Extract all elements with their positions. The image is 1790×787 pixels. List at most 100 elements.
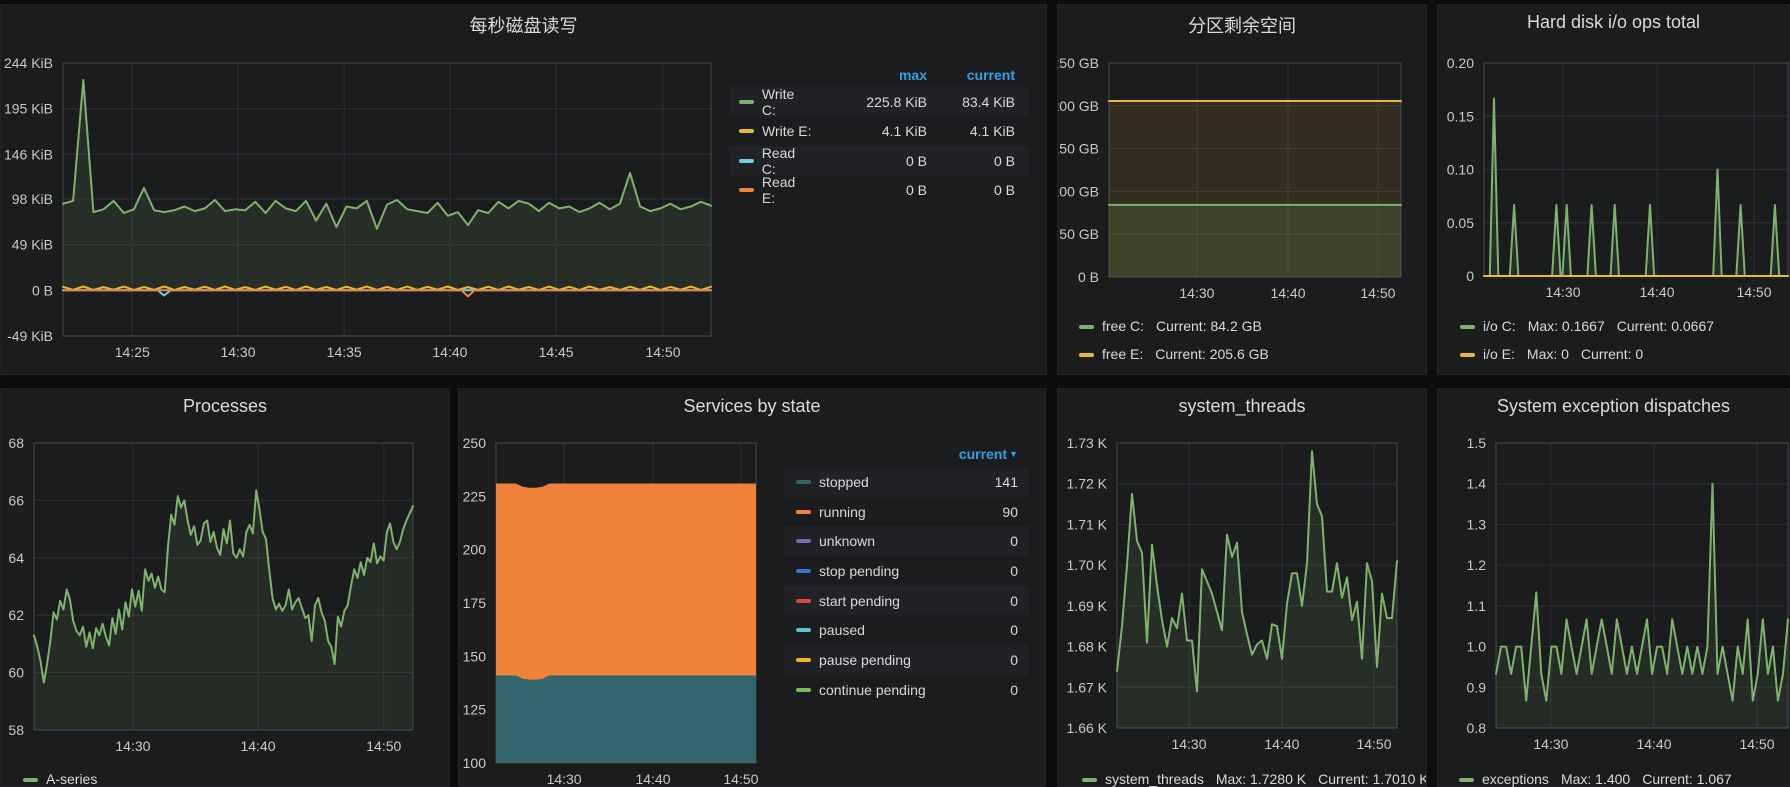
svg-text:1.72 K: 1.72 K bbox=[1067, 476, 1108, 492]
series-label: free E: bbox=[1102, 346, 1143, 362]
legend-row-stop-pending[interactable]: stop pending 0 bbox=[784, 556, 1029, 586]
svg-text:14:30: 14:30 bbox=[115, 738, 150, 754]
series-max-value: 225.8 KiB bbox=[812, 94, 927, 110]
series-swatch-icon bbox=[23, 778, 38, 782]
svg-text:14:40: 14:40 bbox=[240, 738, 275, 754]
svg-text:250: 250 bbox=[463, 435, 487, 451]
series-current-value: 0 B bbox=[927, 182, 1015, 198]
legend-row-start-pending[interactable]: start pending 0 bbox=[784, 586, 1029, 616]
exceptions-chart[interactable]: 1.51.41.31.21.11.00.90.814:3014:4014:50 bbox=[1438, 389, 1790, 787]
legend-row-pause-pending[interactable]: pause pending 0 bbox=[784, 645, 1029, 675]
svg-text:1.5: 1.5 bbox=[1467, 435, 1487, 451]
series-label: i/o C: bbox=[1483, 318, 1516, 334]
series-label: i/o E: bbox=[1483, 346, 1515, 362]
legend-free-e[interactable]: free E: Current: 205.6 GB bbox=[1079, 346, 1422, 362]
series-current-value: 0 bbox=[1010, 682, 1018, 698]
legend-row-write-c[interactable]: Write C: 225.8 KiB 83.4 KiB bbox=[729, 87, 1029, 117]
svg-text:100 GB: 100 GB bbox=[1058, 183, 1099, 199]
series-swatch-icon bbox=[796, 658, 811, 662]
series-current-value: 83.4 KiB bbox=[927, 94, 1015, 110]
svg-text:14:50: 14:50 bbox=[1736, 284, 1771, 300]
series-label: system_threads bbox=[1105, 771, 1204, 787]
svg-text:14:40: 14:40 bbox=[432, 344, 467, 360]
disk-rw-legend-table: max current Write C: 225.8 KiB 83.4 KiB … bbox=[729, 63, 1029, 205]
svg-text:175: 175 bbox=[463, 595, 487, 611]
panel-services: Services by state 2502252001751501251001… bbox=[458, 388, 1046, 787]
series-max-stat: Max: 0.1667 bbox=[1528, 318, 1605, 334]
series-swatch-icon bbox=[739, 188, 754, 192]
series-swatch-icon bbox=[796, 510, 811, 514]
legend-header-current[interactable]: current bbox=[927, 67, 1015, 83]
svg-text:14:40: 14:40 bbox=[1264, 736, 1299, 752]
legend-row-running[interactable]: running 90 bbox=[784, 497, 1029, 527]
series-max-stat: Max: 1.400 bbox=[1561, 771, 1630, 787]
svg-text:0.8: 0.8 bbox=[1467, 720, 1487, 736]
series-current-value: 90 bbox=[1002, 504, 1018, 520]
legend-io-c[interactable]: i/o C: Max: 0.1667 Current: 0.0667 bbox=[1460, 318, 1787, 334]
series-swatch-icon bbox=[1079, 353, 1094, 357]
svg-text:1.2: 1.2 bbox=[1467, 557, 1487, 573]
svg-text:1.70 K: 1.70 K bbox=[1067, 557, 1108, 573]
svg-text:1.0: 1.0 bbox=[1467, 639, 1487, 655]
legend-row-paused[interactable]: paused 0 bbox=[784, 615, 1029, 645]
svg-text:100: 100 bbox=[463, 755, 487, 771]
series-label: Write C: bbox=[762, 86, 812, 118]
series-swatch-icon bbox=[796, 539, 811, 543]
svg-text:-49 KiB: -49 KiB bbox=[7, 328, 53, 344]
svg-text:1.69 K: 1.69 K bbox=[1067, 598, 1108, 614]
legend-header-max[interactable]: max bbox=[812, 67, 927, 83]
svg-text:244 KiB: 244 KiB bbox=[4, 55, 53, 71]
system-threads-chart[interactable]: 1.73 K1.72 K1.71 K1.70 K1.69 K1.68 K1.67… bbox=[1058, 389, 1428, 787]
legend-row-write-e[interactable]: Write E: 4.1 KiB 4.1 KiB bbox=[729, 117, 1029, 147]
svg-text:1.67 K: 1.67 K bbox=[1067, 679, 1108, 695]
svg-text:14:50: 14:50 bbox=[1360, 285, 1395, 301]
series-current-value: 0 B bbox=[927, 153, 1015, 169]
svg-text:200: 200 bbox=[463, 542, 487, 558]
series-swatch-icon bbox=[1460, 353, 1475, 357]
legend-io-e[interactable]: i/o E:Max: 0Current: 0 bbox=[1460, 346, 1787, 362]
panel-hdd-io: Hard disk i/o ops total 0.200.150.100.05… bbox=[1437, 4, 1790, 375]
svg-text:14:30: 14:30 bbox=[1533, 736, 1568, 752]
legend-row-read-c[interactable]: Read C: 0 B 0 B bbox=[729, 146, 1029, 176]
series-max-value: 0 B bbox=[812, 182, 927, 198]
svg-text:49 KiB: 49 KiB bbox=[12, 237, 53, 253]
panel-disk-rw: 每秒磁盘读写 244 KiB195 KiB146 KiB98 KiB49 KiB… bbox=[0, 4, 1047, 375]
series-label: unknown bbox=[819, 533, 875, 549]
legend-free-c[interactable]: free C:Current: 84.2 GB bbox=[1079, 318, 1422, 334]
series-label: pause pending bbox=[819, 652, 911, 668]
svg-text:1.3: 1.3 bbox=[1467, 516, 1487, 532]
legend-exceptions[interactable]: exceptionsMax: 1.400Current: 1.067 bbox=[1459, 771, 1789, 787]
series-swatch-icon bbox=[796, 688, 811, 692]
panel-system-threads: system_threads 1.73 K1.72 K1.71 K1.70 K1… bbox=[1057, 388, 1427, 787]
series-current-stat: Current: 205.6 GB bbox=[1155, 346, 1269, 362]
series-label: Read E: bbox=[762, 174, 812, 206]
series-swatch-icon bbox=[739, 100, 754, 104]
legend-header-current[interactable]: current▼ bbox=[784, 441, 1029, 467]
legend-row-unknown[interactable]: unknown 0 bbox=[784, 526, 1029, 556]
svg-text:14:30: 14:30 bbox=[220, 344, 255, 360]
legend-a-series[interactable]: A-series bbox=[23, 771, 445, 787]
series-swatch-icon bbox=[1079, 325, 1094, 329]
svg-text:64: 64 bbox=[8, 550, 24, 566]
series-swatch-icon bbox=[796, 569, 811, 573]
legend-system-threads[interactable]: system_threadsMax: 1.7280 KCurrent: 1.70… bbox=[1082, 771, 1426, 787]
svg-text:14:50: 14:50 bbox=[723, 771, 758, 787]
legend-row-continue-pending[interactable]: continue pending 0 bbox=[784, 675, 1029, 705]
legend-row-stopped[interactable]: stopped 141 bbox=[784, 467, 1029, 497]
legend-row-read-e[interactable]: Read E: 0 B 0 B bbox=[729, 176, 1029, 206]
processes-chart[interactable]: 68666462605814:3014:4014:50 bbox=[1, 389, 451, 787]
series-current-stat: Current: 0.0667 bbox=[1617, 318, 1714, 334]
svg-text:1.71 K: 1.71 K bbox=[1067, 516, 1108, 532]
services-legend: current▼ stopped 141 running 90 unknown … bbox=[784, 441, 1029, 705]
series-current-stat: Current: 0 bbox=[1581, 346, 1643, 362]
series-label: exceptions bbox=[1482, 771, 1549, 787]
svg-text:0 B: 0 B bbox=[1078, 269, 1099, 285]
series-current-stat: Current: 84.2 GB bbox=[1156, 318, 1262, 334]
svg-text:0.9: 0.9 bbox=[1467, 679, 1487, 695]
series-current-value: 0 bbox=[1010, 652, 1018, 668]
series-label: running bbox=[819, 504, 866, 520]
series-label: A-series bbox=[46, 771, 97, 787]
panel-partition-free: 分区剩余空间 250 GB200 GB150 GB100 GB50 GB0 B1… bbox=[1057, 4, 1427, 375]
panel-processes: Processes 68666462605814:3014:4014:50 A-… bbox=[0, 388, 450, 787]
svg-text:0: 0 bbox=[1466, 268, 1474, 284]
